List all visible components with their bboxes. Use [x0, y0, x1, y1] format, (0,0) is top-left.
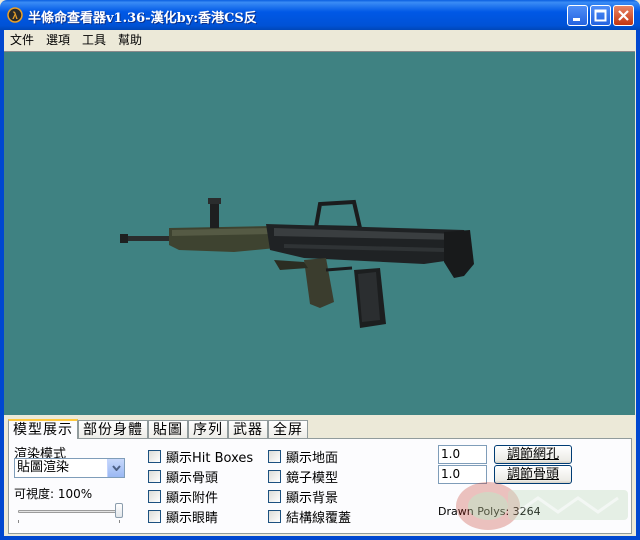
checkbox-label: 顯示背景 — [286, 491, 339, 506]
minimize-button[interactable] — [567, 5, 588, 26]
checkbox-wireframe-overlay[interactable]: 結構線覆蓋 — [268, 507, 351, 526]
menu-file[interactable]: 文件 — [4, 31, 40, 49]
tab-fullscreen[interactable]: 全屏 — [268, 420, 308, 439]
close-button[interactable] — [613, 5, 634, 26]
model-viewport[interactable] — [4, 51, 635, 415]
checkbox-label: 顯示附件 — [166, 491, 219, 506]
checkbox-box[interactable] — [148, 470, 161, 483]
checkbox-bones[interactable]: 顯示骨頭 — [148, 467, 218, 486]
minimize-icon — [573, 18, 580, 21]
checkbox-label: 顯示Hit Boxes — [166, 451, 254, 466]
checkbox-box[interactable] — [268, 470, 281, 483]
visibility-label: 可視度: 100% — [14, 487, 93, 501]
menu-options[interactable]: 選項 — [40, 31, 76, 49]
checkbox-box[interactable] — [268, 510, 281, 523]
title-bar[interactable]: λ 半條命查看器v1.36-漢化by:香港CS反 — [0, 0, 640, 30]
checkbox-label: 顯示地面 — [286, 451, 339, 466]
adjust-bones-button[interactable]: 調節骨頭 — [494, 465, 572, 484]
checkbox-ground[interactable]: 顯示地面 — [268, 447, 338, 466]
menu-help[interactable]: 幫助 — [112, 31, 148, 49]
chevron-down-icon — [111, 465, 121, 471]
window-frame-right — [636, 30, 640, 540]
drawn-polys-readout: Drawn Polys: 3264 — [438, 505, 541, 518]
checkbox-hitboxes[interactable]: 顯示Hit Boxes — [148, 447, 253, 466]
render-mode-select[interactable]: 貼圖渲染 — [14, 458, 125, 478]
menu-tools[interactable]: 工具 — [76, 31, 112, 49]
checkbox-label: 結構線覆蓋 — [286, 511, 352, 526]
checkbox-background[interactable]: 顯示背景 — [268, 487, 338, 506]
checkbox-mirror-model[interactable]: 鏡子模型 — [268, 467, 338, 486]
close-icon — [618, 10, 629, 21]
visibility-slider-thumb[interactable] — [115, 503, 123, 518]
window-frame-bottom — [0, 536, 640, 540]
tab-strip: 模型展示 部份身體 貼圖 序列 武器 全屏 — [8, 419, 308, 439]
slider-tick — [119, 520, 120, 523]
bone-scale-input[interactable]: 1.0 — [438, 465, 487, 484]
checkbox-label: 鏡子模型 — [286, 471, 339, 486]
hl-icon: λ — [7, 7, 23, 23]
tab-body-parts[interactable]: 部份身體 — [78, 420, 148, 439]
window-title: 半條命查看器v1.36-漢化by:香港CS反 — [28, 11, 257, 26]
tab-weapons[interactable]: 武器 — [228, 420, 268, 439]
visibility-slider-track[interactable] — [18, 510, 121, 513]
render-mode-value: 貼圖渲染 — [17, 460, 70, 475]
maximize-button[interactable] — [590, 5, 611, 26]
tab-model-display[interactable]: 模型展示 — [8, 419, 78, 439]
checkbox-box[interactable] — [268, 450, 281, 463]
tab-sequences[interactable]: 序列 — [188, 420, 228, 439]
dropdown-button[interactable] — [107, 459, 124, 477]
checkbox-box[interactable] — [148, 450, 161, 463]
svg-text:λ: λ — [12, 11, 18, 22]
maximize-icon — [594, 9, 607, 22]
checkbox-eyes[interactable]: 顯示眼睛 — [148, 507, 218, 526]
tab-textures[interactable]: 貼圖 — [148, 420, 188, 439]
slider-tick — [18, 520, 19, 523]
checkbox-attachments[interactable]: 顯示附件 — [148, 487, 218, 506]
checkbox-label: 顯示骨頭 — [166, 471, 219, 486]
adjust-mesh-button[interactable]: 調節網孔 — [494, 445, 572, 464]
mesh-scale-input[interactable]: 1.0 — [438, 445, 487, 464]
checkbox-label: 顯示眼睛 — [166, 511, 219, 526]
checkbox-box[interactable] — [268, 490, 281, 503]
rifle-model — [120, 198, 474, 328]
menu-bar: 文件 選項 工具 幫助 — [4, 30, 636, 50]
checkbox-box[interactable] — [148, 510, 161, 523]
checkbox-box[interactable] — [148, 490, 161, 503]
